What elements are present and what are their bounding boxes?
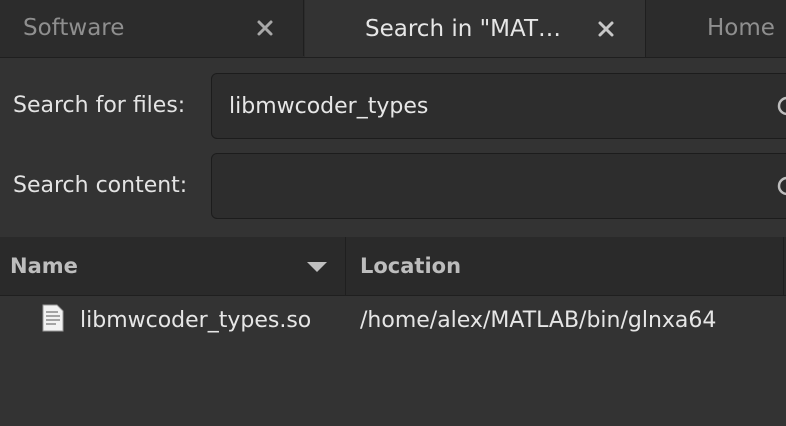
sort-descending-icon	[307, 262, 327, 272]
search-files-label: Search for files:	[13, 93, 186, 118]
search-window: Software Search in "MAT… Home Search for…	[0, 0, 786, 426]
close-icon[interactable]	[597, 20, 615, 38]
tab-home[interactable]: Home	[647, 0, 786, 56]
column-header-name[interactable]: Name	[0, 237, 346, 295]
column-header-location[interactable]: Location	[347, 237, 784, 295]
table-row[interactable]: libmwcoder_types.so /home/alex/MATLAB/bi…	[0, 296, 786, 344]
search-content-label: Search content:	[13, 173, 188, 198]
search-content-field[interactable]	[211, 153, 786, 219]
search-files-field[interactable]	[211, 73, 786, 139]
text-file-icon	[42, 304, 64, 332]
tab-label: Home	[707, 15, 775, 41]
search-files-input[interactable]	[229, 74, 769, 138]
tab-label: Software	[23, 15, 125, 41]
search-content-input[interactable]	[229, 154, 769, 218]
clear-icon[interactable]	[777, 176, 786, 196]
file-name-cell: libmwcoder_types.so	[80, 307, 312, 333]
column-header-label: Name	[10, 254, 78, 278]
tab-bar: Software Search in "MAT… Home	[0, 0, 786, 58]
tab-software[interactable]: Software	[0, 0, 304, 56]
results-table-header: Name Location	[0, 237, 786, 296]
tab-label: Search in "MAT…	[365, 15, 562, 42]
close-icon[interactable]	[256, 19, 274, 37]
column-header-label: Location	[360, 254, 462, 278]
clear-icon[interactable]	[777, 96, 786, 116]
tab-search[interactable]: Search in "MAT…	[305, 0, 646, 57]
file-location-cell: /home/alex/MATLAB/bin/glnxa64	[360, 307, 717, 333]
